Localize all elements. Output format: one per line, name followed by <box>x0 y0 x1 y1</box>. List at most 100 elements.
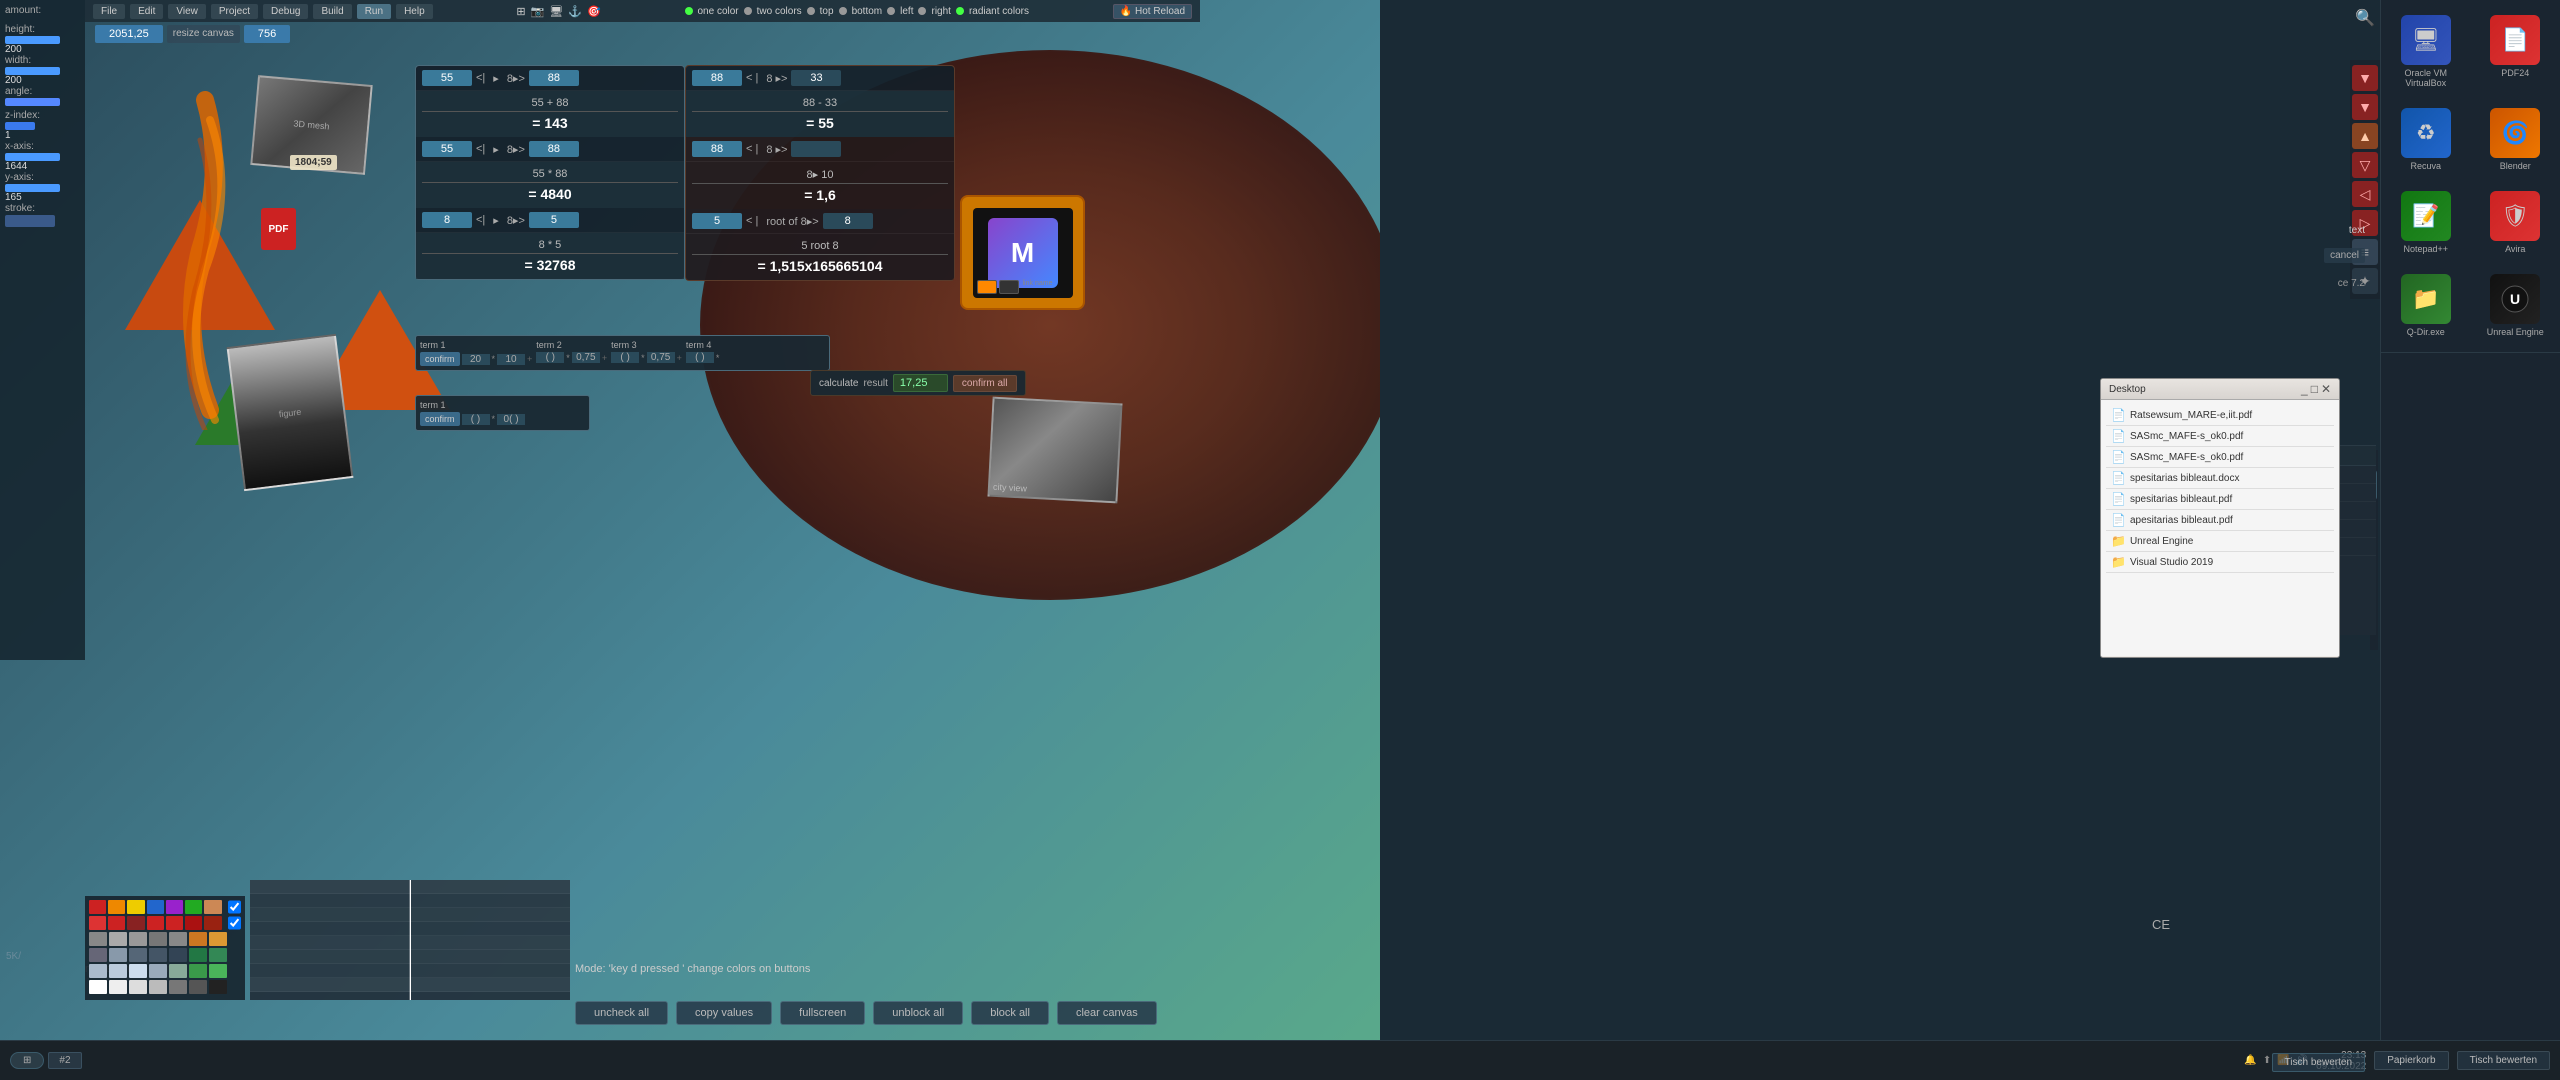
toolbar-icon-flame[interactable]: 🎯 <box>587 5 601 18</box>
toolbar-icon-screen[interactable]: 🖥 <box>549 5 563 18</box>
icon-red-2[interactable]: ▼ <box>2352 94 2378 120</box>
swatch-gray1[interactable] <box>89 932 107 946</box>
math-r-left-2[interactable] <box>692 141 742 157</box>
confirm-all-button[interactable]: confirm all <box>953 375 1017 392</box>
swatch-orange2[interactable] <box>189 932 207 946</box>
math-right-2[interactable] <box>529 141 579 157</box>
popup-file-7[interactable]: 📁 Unreal Engine <box>2106 531 2334 552</box>
swatch-darkgray[interactable] <box>189 980 207 994</box>
swatch-sage[interactable] <box>169 964 187 978</box>
swatch-purple[interactable] <box>166 900 183 914</box>
term-4-input-a[interactable] <box>686 352 714 363</box>
swatch-navy[interactable] <box>169 948 187 962</box>
term-2-input-a[interactable] <box>536 352 564 363</box>
swatch-verylightblue[interactable] <box>129 964 147 978</box>
toolbar-tab-project[interactable]: Project <box>211 4 258 19</box>
math-r-left-3[interactable] <box>692 213 742 229</box>
swatch-silver[interactable] <box>129 980 147 994</box>
math-left-2[interactable] <box>422 141 472 157</box>
swatch-darkred[interactable] <box>127 916 144 930</box>
term-3-input-a[interactable] <box>611 352 639 363</box>
radio-two-colors-label[interactable]: two colors <box>757 6 802 17</box>
swatch-offwhite[interactable] <box>109 980 127 994</box>
term-1-confirm-btn[interactable]: confirm <box>420 352 460 366</box>
swatch-red5[interactable] <box>166 916 183 930</box>
math-r-right-1[interactable] <box>791 70 841 86</box>
math-left-1[interactable] <box>422 70 472 86</box>
palette-checkbox-1[interactable] <box>228 900 241 914</box>
popup-file-8[interactable]: 📁 Visual Studio 2019 <box>2106 552 2334 573</box>
right-value-display[interactable]: 756 <box>244 25 290 43</box>
popup-close-btn-x[interactable]: ✕ <box>2321 382 2331 396</box>
term-1-row2-input-b[interactable] <box>497 414 525 425</box>
uncheck-all-button[interactable]: uncheck all <box>575 1001 668 1025</box>
toolbar-tab-run[interactable]: Run <box>357 4 391 19</box>
radio-right-label[interactable]: right <box>931 6 950 17</box>
toolbar-icon-camera[interactable]: 📷 <box>531 5 545 18</box>
taskbar-start[interactable]: ⊞ <box>10 1052 44 1069</box>
math-r-right-3[interactable] <box>823 213 873 229</box>
swatch-red3[interactable] <box>108 916 125 930</box>
toolbar-icon-grid[interactable]: ⊞ <box>516 5 525 18</box>
icon-orange-1[interactable]: ▲ <box>2352 123 2378 149</box>
swatch-orange[interactable] <box>108 900 125 914</box>
term-1-input-a[interactable] <box>462 354 490 365</box>
swatch-lightblue[interactable] <box>89 964 107 978</box>
stroke-slider[interactable] <box>5 215 55 227</box>
tisch-bewerten-btn[interactable]: Tisch bewerten <box>2272 1053 2365 1072</box>
radio-left-label[interactable]: left <box>900 6 913 17</box>
angle-slider[interactable] <box>5 98 60 106</box>
swatch-brown[interactable] <box>204 900 221 914</box>
swatch-white[interactable] <box>89 980 107 994</box>
math-left-3[interactable] <box>422 212 472 228</box>
toolbar-tab-edit[interactable]: Edit <box>130 4 163 19</box>
swatch-red4[interactable] <box>147 916 164 930</box>
top-value-display[interactable]: 2051,25 <box>95 25 163 43</box>
resize-canvas-button[interactable]: resize canvas <box>167 25 240 43</box>
icon-red-3[interactable]: ▽ <box>2352 152 2378 178</box>
term-1-row2-input-a[interactable] <box>462 414 490 425</box>
width-slider[interactable] <box>5 67 60 75</box>
swatch-red[interactable] <box>89 900 106 914</box>
term-2-input-b[interactable] <box>572 352 600 363</box>
block-all-button[interactable]: block all <box>971 1001 1049 1025</box>
sidebar-app-recuva[interactable]: ♻ Recuva <box>2386 102 2466 177</box>
sidebar-app-notepadpp[interactable]: 📝 Notepad++ <box>2386 185 2466 260</box>
swatch-blue[interactable] <box>147 900 164 914</box>
clear-canvas-button[interactable]: clear canvas <box>1057 1001 1157 1025</box>
yaxis-slider[interactable] <box>5 184 60 192</box>
swatch-lightsilver[interactable] <box>149 980 167 994</box>
sidebar-app-qdir[interactable]: 📁 Q-Dir.exe <box>2386 268 2466 343</box>
hot-reload-button[interactable]: 🔥 Hot Reload <box>1113 4 1192 19</box>
swatch-gray3[interactable] <box>129 932 147 946</box>
term-3-input-b[interactable] <box>647 352 675 363</box>
popup-file-5[interactable]: 📄 spesitarias bibleaut.pdf <box>2106 489 2334 510</box>
toolbar-tab-file[interactable]: File <box>93 4 125 19</box>
toolbar-tab-help[interactable]: Help <box>396 4 433 19</box>
toolbar-tab-debug[interactable]: Debug <box>263 4 308 19</box>
toolbar-icon-anchor[interactable]: ⚓ <box>568 5 582 18</box>
sidebar-app-virtualbox[interactable]: 🖥 Oracle VM VirtualBox <box>2386 9 2466 94</box>
radio-bottom-label[interactable]: bottom <box>852 6 883 17</box>
sidebar-app-blender[interactable]: 🌀 Blender <box>2475 102 2555 177</box>
math-right-3[interactable] <box>529 212 579 228</box>
result-input[interactable] <box>893 374 948 392</box>
toolbar-tab-view[interactable]: View <box>168 4 206 19</box>
icon-red-1[interactable]: ▼ <box>2352 65 2378 91</box>
swatch-midgray[interactable] <box>169 980 187 994</box>
swatch-yellow[interactable] <box>127 900 144 914</box>
swatch-steelblue[interactable] <box>149 964 167 978</box>
popup-minimize-btn[interactable]: _ <box>2301 382 2308 396</box>
swatch-green3[interactable] <box>189 964 207 978</box>
radio-radiant-label[interactable]: radiant colors <box>969 6 1029 17</box>
sidebar-app-avira[interactable]: 🛡 Avira <box>2475 185 2555 260</box>
math-r-right-2[interactable] <box>791 141 841 157</box>
radio-one-color-label[interactable]: one color <box>698 6 739 17</box>
popup-file-2[interactable]: 📄 SASmc_MAFE-s_ok0.pdf <box>2106 426 2334 447</box>
radio-top-label[interactable]: top <box>820 6 834 17</box>
unblock-all-button[interactable]: unblock all <box>873 1001 963 1025</box>
swatch-orange3[interactable] <box>209 932 227 946</box>
term-1-row2-confirm[interactable]: confirm <box>420 412 460 426</box>
swatch-gray2[interactable] <box>109 932 127 946</box>
swatch-green4[interactable] <box>209 964 227 978</box>
